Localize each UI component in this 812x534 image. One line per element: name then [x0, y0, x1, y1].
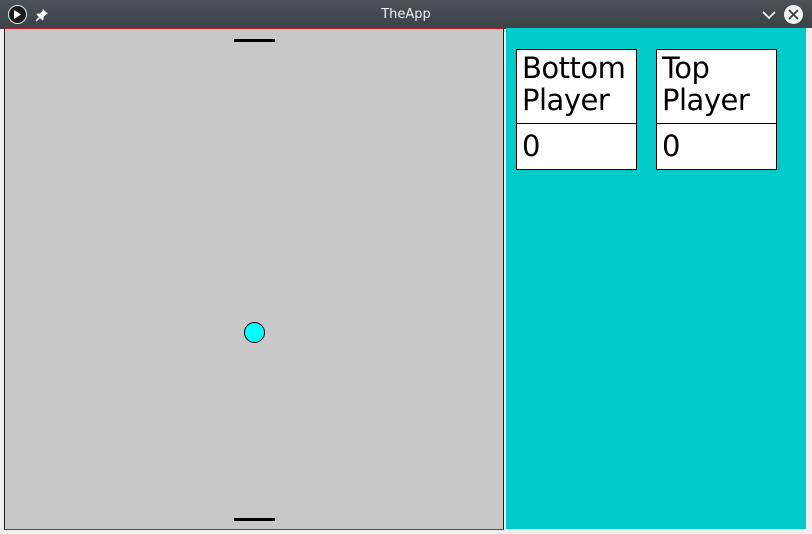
score-panel: Bottom Player 0 Top Player 0 [506, 28, 806, 529]
ball [244, 322, 265, 343]
window-title: TheApp [381, 7, 431, 22]
top-player-score: 0 [662, 129, 681, 163]
bottom-player-scorebox: Bottom Player 0 [516, 49, 637, 170]
bottom-paddle [234, 518, 275, 521]
minimize-chevron-icon[interactable] [761, 7, 777, 21]
app-window: TheApp Bottom Player 0 Top Player 0 [0, 0, 812, 534]
top-player-label: Top Player [657, 50, 776, 124]
bottom-player-label: Bottom Player [517, 50, 636, 124]
bottom-player-score: 0 [522, 129, 541, 163]
close-icon[interactable] [784, 5, 803, 24]
window-frame-edge [806, 28, 812, 534]
top-paddle [234, 39, 275, 42]
game-field[interactable] [4, 28, 504, 530]
top-player-scorebox: Top Player 0 [656, 49, 777, 170]
title-bar[interactable]: TheApp [0, 0, 812, 29]
